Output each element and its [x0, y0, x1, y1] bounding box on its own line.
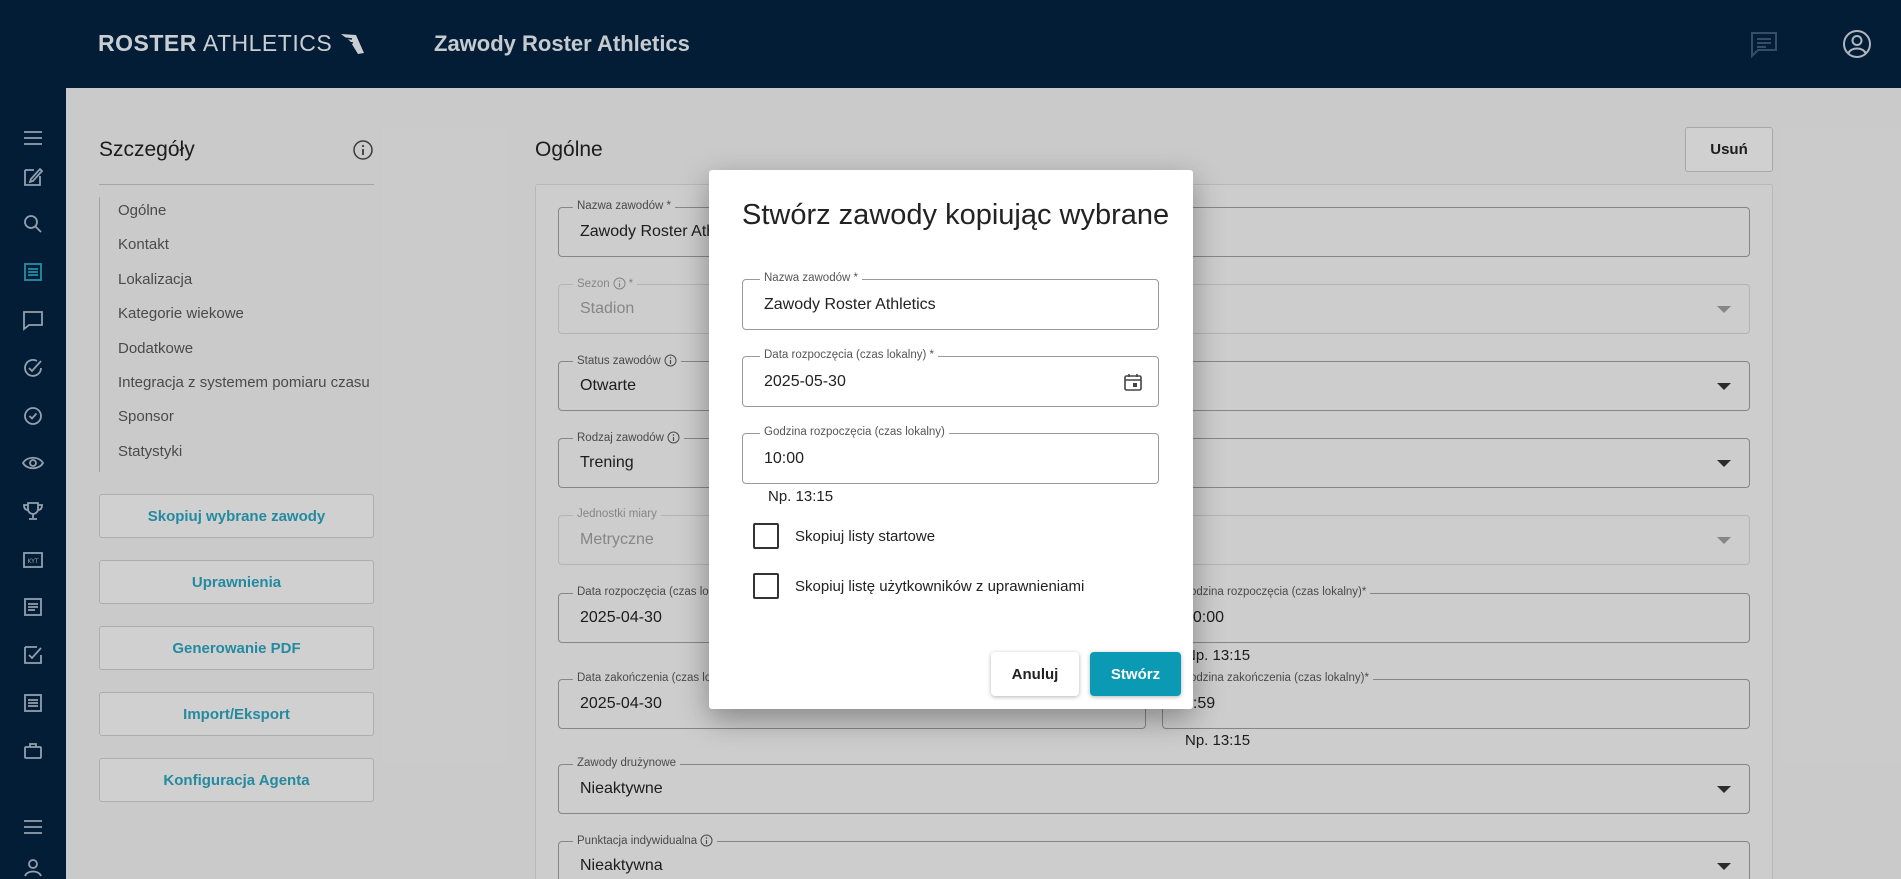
checkbox[interactable]	[753, 523, 779, 549]
checkbox-label: Skopiuj listę użytkowników z uprawnienia…	[795, 577, 1085, 595]
create-button[interactable]: Stwórz	[1090, 652, 1181, 696]
checkbox[interactable]	[753, 573, 779, 599]
copy-competition-dialog: Stwórz zawody kopiując wybrane Nazwa zaw…	[709, 170, 1193, 709]
copy-users-checkbox[interactable]: Skopiuj listę użytkowników z uprawnienia…	[753, 573, 1084, 599]
field-label: Nazwa zawodów *	[760, 272, 862, 284]
time-hint: Np. 13:15	[768, 488, 834, 505]
field-value: 2025-05-30	[764, 373, 846, 390]
field-value: Zawody Roster Athletics	[764, 296, 936, 313]
checkbox-label: Skopiuj listy startowe	[795, 527, 936, 545]
field-value: 10:00	[764, 450, 805, 467]
field-label: Data rozpoczęcia (czas lokalny) *	[760, 349, 939, 361]
calendar-icon[interactable]	[1122, 371, 1144, 393]
competition-name-input[interactable]: Nazwa zawodów * Zawody Roster Athletics	[742, 272, 1159, 330]
copy-start-lists-checkbox[interactable]: Skopiuj listy startowe	[753, 523, 935, 549]
start-date-input[interactable]: Data rozpoczęcia (czas lokalny) * 2025-0…	[742, 349, 1159, 407]
cancel-button[interactable]: Anuluj	[991, 652, 1079, 696]
field-label: Godzina rozpoczęcia (czas lokalny)	[760, 426, 949, 438]
dialog-title: Stwórz zawody kopiując wybrane	[742, 199, 1170, 231]
start-time-input[interactable]: Godzina rozpoczęcia (czas lokalny) 10:00	[742, 426, 1159, 484]
